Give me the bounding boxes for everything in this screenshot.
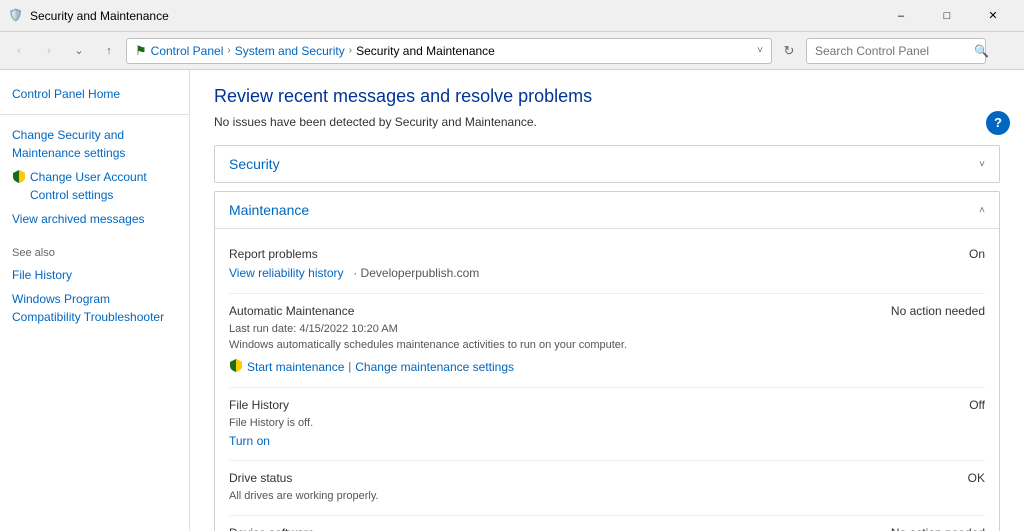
automatic-maintenance-detail: Last run date: 4/15/2022 10:20 AM Window… xyxy=(229,321,885,378)
sidebar-item-view-archived[interactable]: View archived messages xyxy=(0,207,189,231)
search-box[interactable]: 🔍 xyxy=(806,38,986,64)
device-software-status: No action needed xyxy=(885,526,985,531)
auto-schedule-text: Windows automatically schedules maintena… xyxy=(229,337,885,354)
uac-shield-icon xyxy=(12,169,26,183)
help-button[interactable]: ? xyxy=(986,111,1010,135)
drive-status-detail: All drives are working properly. xyxy=(229,488,885,505)
address-bar[interactable]: ⚑ Control Panel › System and Security › … xyxy=(126,38,772,64)
sidebar-item-change-security[interactable]: Change Security and Maintenance settings xyxy=(0,123,189,165)
security-section-title: Security xyxy=(229,156,280,172)
title-bar: 🛡️ Security and Maintenance – □ ✕ xyxy=(0,0,1024,32)
drive-status-status: OK xyxy=(885,471,985,485)
sidebar: Control Panel Home Change Security and M… xyxy=(0,70,190,531)
report-problems-label: Report problems xyxy=(229,247,885,261)
breadcrumb-system-security[interactable]: System and Security xyxy=(235,44,345,58)
file-history-off-text: File History is off. xyxy=(229,415,885,432)
automatic-maintenance-item: Automatic Maintenance Last run date: 4/1… xyxy=(229,294,985,389)
file-history-status: Off xyxy=(885,398,985,412)
nav-bar: ‹ › ⌄ ↑ ⚑ Control Panel › System and Sec… xyxy=(0,32,1024,70)
sidebar-item-uac-label: Change User Account Control settings xyxy=(30,168,177,204)
security-section-header[interactable]: Security ˅ xyxy=(215,146,999,182)
minimize-button[interactable]: – xyxy=(878,0,924,32)
forward-button[interactable]: › xyxy=(36,38,62,64)
recent-locations-button[interactable]: ⌄ xyxy=(66,38,92,64)
up-button[interactable]: ↑ xyxy=(96,38,122,64)
last-run-text: Last run date: 4/15/2022 10:20 AM xyxy=(229,321,885,338)
device-software-item: Device software No action needed xyxy=(229,516,985,531)
maximize-button[interactable]: □ xyxy=(924,0,970,32)
change-maintenance-settings-link[interactable]: Change maintenance settings xyxy=(355,358,514,376)
app-icon: 🛡️ xyxy=(8,8,24,24)
report-problems-left: Report problems View reliability history… xyxy=(229,247,885,283)
see-also-title: See also xyxy=(12,247,177,259)
automatic-maintenance-left: Automatic Maintenance Last run date: 4/1… xyxy=(229,304,885,378)
drive-status-item: Drive status All drives are working prop… xyxy=(229,461,985,516)
turn-on-link[interactable]: Turn on xyxy=(229,434,270,448)
watermark: · Developerpublish.com xyxy=(347,266,480,280)
drive-status-left: Drive status All drives are working prop… xyxy=(229,471,885,505)
main-layout: Control Panel Home Change Security and M… xyxy=(0,70,1024,531)
title-bar-text: Security and Maintenance xyxy=(30,9,878,23)
breadcrumb-current: Security and Maintenance xyxy=(356,44,495,58)
title-bar-controls: – □ ✕ xyxy=(878,0,1016,32)
breadcrumb-sep-1: › xyxy=(227,45,230,56)
close-button[interactable]: ✕ xyxy=(970,0,1016,32)
content-area: Review recent messages and resolve probl… xyxy=(190,70,1024,531)
file-history-label: File History xyxy=(229,398,885,412)
automatic-maintenance-actions: Start maintenance | Change maintenance s… xyxy=(229,358,885,378)
breadcrumb-sep-2: › xyxy=(349,45,352,56)
maintenance-section-header[interactable]: Maintenance ˄ xyxy=(215,192,999,228)
device-software-left: Device software xyxy=(229,526,885,531)
page-title: Review recent messages and resolve probl… xyxy=(214,86,1000,107)
drive-status-label: Drive status xyxy=(229,471,885,485)
sidebar-divider-1 xyxy=(0,114,189,115)
device-software-label: Device software xyxy=(229,526,885,531)
maintenance-link-separator: | xyxy=(348,359,351,376)
search-icon: 🔍 xyxy=(974,44,989,58)
sidebar-item-control-panel-home[interactable]: Control Panel Home xyxy=(0,82,189,106)
breadcrumb-control-panel[interactable]: Control Panel xyxy=(151,44,224,58)
address-expand-icon[interactable]: ˅ xyxy=(757,45,763,56)
page-subtitle: No issues have been detected by Security… xyxy=(214,115,1000,129)
maintenance-section-title: Maintenance xyxy=(229,202,309,218)
report-problems-status: On xyxy=(885,247,985,261)
start-maintenance-link[interactable]: Start maintenance xyxy=(247,358,344,376)
file-history-left: File History File History is off. Turn o… xyxy=(229,398,885,450)
search-input[interactable] xyxy=(815,44,970,58)
sidebar-see-also: See also File History Windows Program Co… xyxy=(0,247,189,329)
security-chevron-icon: ˅ xyxy=(979,159,985,170)
sidebar-item-file-history[interactable]: File History xyxy=(12,263,177,287)
breadcrumb-flag-icon: ⚑ xyxy=(135,43,147,59)
refresh-button[interactable]: ↻ xyxy=(776,38,802,64)
security-section: Security ˅ xyxy=(214,145,1000,183)
maintenance-chevron-icon: ˄ xyxy=(979,205,985,216)
file-history-item: File History File History is off. Turn o… xyxy=(229,388,985,461)
automatic-maintenance-status: No action needed xyxy=(885,304,985,318)
breadcrumb: Control Panel › System and Security › Se… xyxy=(151,44,495,58)
sidebar-item-windows-compat[interactable]: Windows Program Compatibility Troublesho… xyxy=(12,287,177,329)
view-reliability-link[interactable]: View reliability history xyxy=(229,266,344,280)
maintenance-section-body: Report problems View reliability history… xyxy=(215,228,999,531)
report-problems-detail: View reliability history · Developerpubl… xyxy=(229,264,885,283)
file-history-detail: File History is off. Turn on xyxy=(229,415,885,450)
maintenance-shield-icon xyxy=(229,358,243,378)
sidebar-item-change-uac[interactable]: Change User Account Control settings xyxy=(0,165,189,207)
maintenance-section: Maintenance ˄ Report problems View relia… xyxy=(214,191,1000,531)
report-problems-item: Report problems View reliability history… xyxy=(229,237,985,294)
automatic-maintenance-label: Automatic Maintenance xyxy=(229,304,885,318)
back-button[interactable]: ‹ xyxy=(6,38,32,64)
